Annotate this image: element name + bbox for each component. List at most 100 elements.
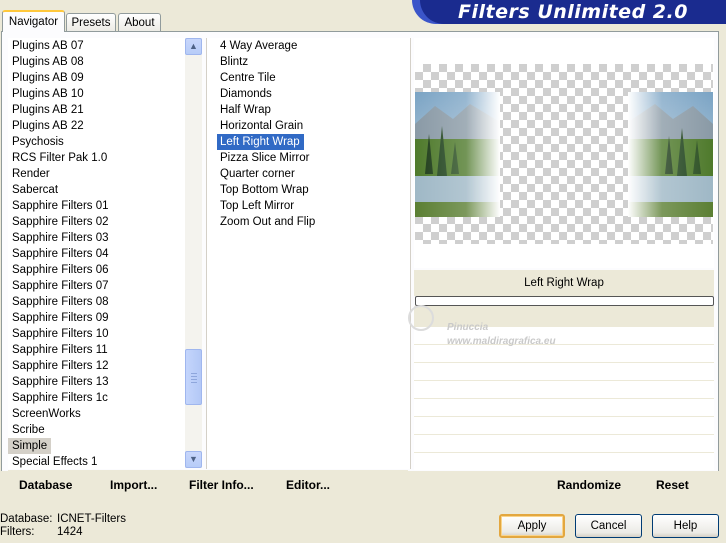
tab-navigator[interactable]: Navigator	[2, 10, 65, 32]
category-item[interactable]: Sapphire Filters 11	[8, 342, 185, 358]
category-item-label: Sapphire Filters 08	[12, 296, 109, 308]
scroll-down-button[interactable]: ▼	[185, 451, 202, 468]
tab-presets[interactable]: Presets	[66, 13, 116, 31]
category-item[interactable]: Sapphire Filters 10	[8, 326, 185, 342]
scroll-thumb[interactable]	[185, 349, 202, 405]
category-item-label: Special Effects 1	[12, 456, 98, 468]
filter-item[interactable]: Centre Tile	[217, 70, 410, 86]
category-item[interactable]: ScreenWorks	[8, 406, 185, 422]
filter-info-button[interactable]: Filter Info...	[189, 478, 254, 492]
filter-item[interactable]: Half Wrap	[217, 102, 410, 118]
category-item[interactable]: Plugins AB 10	[8, 86, 185, 102]
filter-item-label: Pizza Slice Mirror	[220, 152, 310, 164]
category-item[interactable]: RCS Filter Pak 1.0	[8, 150, 185, 166]
category-item[interactable]: Sapphire Filters 03	[8, 230, 185, 246]
category-item-label: Sapphire Filters 03	[12, 232, 109, 244]
filter-item[interactable]: Pizza Slice Mirror	[217, 150, 410, 166]
category-item[interactable]: Plugins AB 08	[8, 54, 185, 70]
filter-item[interactable]: Blintz	[217, 54, 410, 70]
category-item-label: Sapphire Filters 01	[12, 200, 109, 212]
filter-item[interactable]: Top Bottom Wrap	[217, 182, 410, 198]
parameter-row	[414, 362, 714, 380]
category-scrollbar[interactable]: ▲ ▼	[185, 38, 202, 468]
filter-item-label: Zoom Out and Flip	[220, 216, 316, 228]
filter-item[interactable]: Left Right Wrap	[217, 134, 410, 150]
filter-item-label: Half Wrap	[220, 104, 271, 116]
category-item-label: Plugins AB 09	[12, 72, 84, 84]
category-item-label: Plugins AB 07	[12, 40, 84, 52]
category-item[interactable]: Simple	[8, 438, 185, 454]
watermark-text-2: www.maldiragrafica.eu	[447, 336, 556, 347]
category-item[interactable]: Sapphire Filters 04	[8, 246, 185, 262]
chevron-up-icon: ▲	[189, 41, 198, 51]
preview-image	[415, 64, 713, 244]
category-list[interactable]: Plugins AB 07 Plugins AB 08 Plugins AB 09 P…	[8, 38, 185, 469]
category-item[interactable]: Sabercat	[8, 182, 185, 198]
category-item-label: Sapphire Filters 11	[12, 344, 108, 356]
filter-item[interactable]: Top Left Mirror	[217, 198, 410, 214]
category-item[interactable]: Sapphire Filters 01	[8, 198, 185, 214]
category-item[interactable]: Scribe	[8, 422, 185, 438]
filter-item-label: Quarter corner	[220, 168, 295, 180]
filter-item[interactable]: Quarter corner	[217, 166, 410, 182]
category-item[interactable]: Sapphire Filters 08	[8, 294, 185, 310]
status-database-value: ICNET-Filters	[57, 513, 126, 525]
category-item-label: Simple	[8, 438, 52, 454]
category-item[interactable]: Sapphire Filters 12	[8, 358, 185, 374]
filter-item[interactable]: Diamonds	[217, 86, 410, 102]
category-item-label: Psychosis	[12, 136, 64, 148]
filter-item-label: Top Left Mirror	[220, 200, 295, 212]
category-item[interactable]: Sapphire Filters 02	[8, 214, 185, 230]
help-button[interactable]: Help	[652, 514, 719, 538]
category-item[interactable]: Sapphire Filters 09	[8, 310, 185, 326]
category-item[interactable]: Plugins AB 21	[8, 102, 185, 118]
category-item[interactable]: Sapphire Filters 1c	[8, 390, 185, 406]
progress-bar	[415, 296, 714, 306]
category-item[interactable]: Psychosis	[8, 134, 185, 150]
import-button[interactable]: Import...	[110, 478, 157, 492]
landscape-preview-icon	[415, 92, 713, 217]
parameter-row	[414, 434, 714, 452]
app-title-banner: Filters Unlimited 2.0	[412, 0, 726, 24]
category-item[interactable]: Plugins AB 09	[8, 70, 185, 86]
filter-item[interactable]: 4 Way Average	[217, 38, 410, 54]
category-item-label: Scribe	[12, 424, 45, 436]
filter-item-label: Blintz	[220, 56, 249, 68]
category-item[interactable]: Plugins AB 22	[8, 118, 185, 134]
category-item-label: RCS Filter Pak 1.0	[12, 152, 108, 164]
category-item-label: Sapphire Filters 12	[12, 360, 109, 372]
category-item[interactable]: Render	[8, 166, 185, 182]
reset-button[interactable]: Reset	[656, 478, 689, 492]
category-item-label: Sapphire Filters 10	[12, 328, 109, 340]
filter-list[interactable]: 4 Way Average Blintz Centre Tile Diamonds Ha…	[206, 38, 411, 469]
apply-button[interactable]: Apply	[499, 514, 565, 538]
category-item-label: Plugins AB 08	[12, 56, 84, 68]
category-item-label: Render	[12, 168, 50, 180]
category-item-label: Sapphire Filters 1c	[12, 392, 108, 404]
filter-item-label: 4 Way Average	[220, 40, 298, 52]
filter-item[interactable]: Zoom Out and Flip	[217, 214, 410, 230]
category-item-label: ScreenWorks	[12, 408, 81, 420]
filter-item-label: Centre Tile	[220, 72, 276, 84]
editor-button[interactable]: Editor...	[286, 478, 330, 492]
randomize-button[interactable]: Randomize	[557, 478, 621, 492]
tab-about[interactable]: About	[118, 13, 161, 31]
category-item[interactable]: Plugins AB 07	[8, 38, 185, 54]
category-item-label: Sapphire Filters 07	[12, 280, 109, 292]
database-button[interactable]: Database	[19, 478, 72, 492]
scroll-up-button[interactable]: ▲	[185, 38, 202, 55]
category-item[interactable]: Sapphire Filters 13	[8, 374, 185, 390]
filter-item-label: Horizontal Grain	[220, 120, 304, 132]
status-filters-label: Filters:	[0, 526, 35, 538]
category-item-label: Plugins AB 21	[12, 104, 84, 116]
watermark-logo-icon	[408, 305, 434, 331]
cancel-button[interactable]: Cancel	[575, 514, 642, 538]
category-item-label: Sapphire Filters 13	[12, 376, 109, 388]
category-item[interactable]: Sapphire Filters 07	[8, 278, 185, 294]
category-item[interactable]: Special Effects 1	[8, 454, 185, 469]
category-item[interactable]: Sapphire Filters 06	[8, 262, 185, 278]
parameter-row	[414, 398, 714, 416]
preview-panel	[414, 38, 714, 268]
parameter-row	[414, 416, 714, 434]
filter-item[interactable]: Horizontal Grain	[217, 118, 410, 134]
